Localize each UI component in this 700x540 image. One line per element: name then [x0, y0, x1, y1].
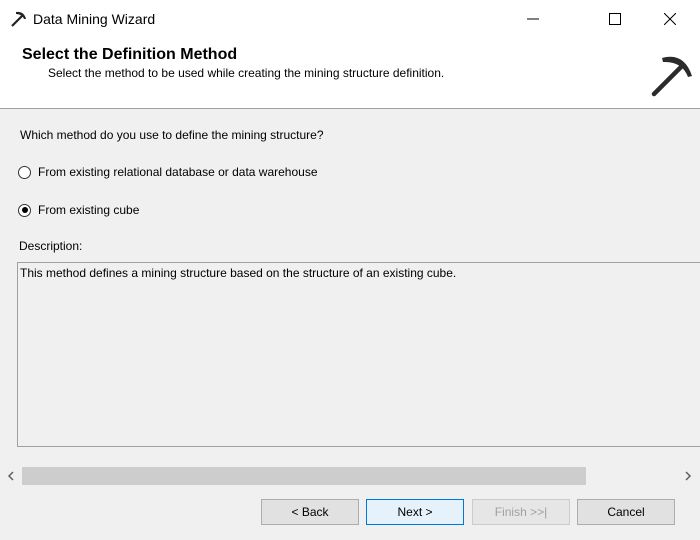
cancel-button[interactable]: Cancel [577, 499, 675, 525]
scroll-thumb[interactable] [22, 467, 586, 485]
radio-button-selected[interactable] [18, 203, 31, 217]
chevron-right-icon[interactable] [682, 470, 694, 482]
chevron-left-icon[interactable] [5, 470, 17, 482]
close-icon [664, 13, 676, 25]
option-label: From existing relational database or dat… [38, 165, 318, 179]
finish-button[interactable]: Finish >>| [472, 499, 570, 525]
description-text: This method defines a mining structure b… [20, 266, 457, 280]
maximize-icon [609, 13, 621, 25]
horizontal-scrollbar[interactable] [0, 466, 700, 486]
radio-button[interactable] [18, 165, 31, 179]
page-subtitle: Select the method to be used while creat… [48, 66, 445, 80]
next-button[interactable]: Next > [366, 499, 464, 525]
option-label: From existing cube [38, 203, 140, 217]
pickaxe-icon [648, 50, 696, 98]
description-label: Description: [19, 239, 83, 253]
description-box: This method defines a mining structure b… [17, 262, 700, 447]
option-existing-cube[interactable]: From existing cube [18, 203, 139, 217]
method-question: Which method do you use to define the mi… [20, 128, 324, 142]
close-button[interactable] [647, 0, 693, 38]
wizard-header: Select the Definition Method Select the … [0, 38, 700, 109]
maximize-button[interactable] [592, 0, 638, 38]
pickaxe-icon [9, 9, 29, 29]
minimize-icon [527, 18, 539, 20]
option-relational-database[interactable]: From existing relational database or dat… [18, 165, 318, 179]
window-title: Data Mining Wizard [33, 11, 156, 27]
back-button[interactable]: < Back [261, 499, 359, 525]
page-title: Select the Definition Method [22, 46, 238, 63]
title-bar: Data Mining Wizard [0, 0, 700, 38]
minimize-button[interactable] [510, 0, 556, 38]
